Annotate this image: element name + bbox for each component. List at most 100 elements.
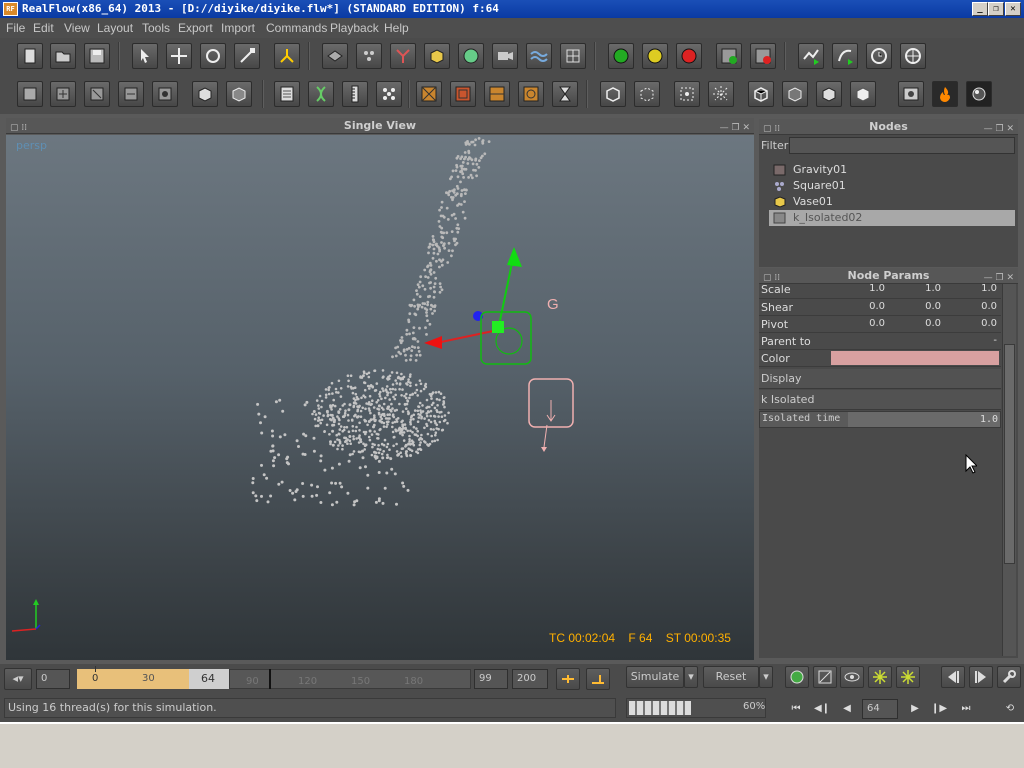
panel-window-controls[interactable]: — ❐ ✕: [984, 121, 1014, 137]
menu-export[interactable]: Export: [178, 21, 213, 35]
export-green-icon[interactable]: [716, 43, 742, 69]
grid-domain-icon[interactable]: [560, 43, 586, 69]
daemons-icon[interactable]: [390, 43, 416, 69]
hourglass-icon[interactable]: [552, 81, 578, 107]
key-in-icon[interactable]: [556, 668, 580, 690]
close-button[interactable]: ✕: [1005, 2, 1021, 16]
simulate-button[interactable]: Simulate: [626, 666, 684, 688]
emitters-icon[interactable]: [322, 43, 348, 69]
gravity-daemon-gizmo[interactable]: [528, 378, 574, 452]
param-row-isolated-time[interactable]: Isolated time 1.0: [759, 411, 1001, 428]
menu-tools[interactable]: Tools: [142, 21, 170, 35]
cube-icon-3[interactable]: [816, 81, 842, 107]
menu-commands[interactable]: Commands: [266, 21, 327, 35]
step-back-key-icon[interactable]: [941, 666, 965, 688]
panel-dock-icon[interactable]: ▢ ⁞⁞: [763, 121, 780, 137]
reset-button[interactable]: Reset: [703, 666, 759, 688]
eye-icon[interactable]: [840, 666, 864, 688]
menu-edit[interactable]: Edit: [33, 21, 54, 35]
param-row-shear[interactable]: Shear 0.0 0.0 0.0: [759, 299, 1001, 316]
sim-red-button[interactable]: [676, 43, 702, 69]
frame-field[interactable]: 64: [862, 699, 898, 719]
loop-icon[interactable]: ⟲: [999, 700, 1021, 718]
crate-icon-3[interactable]: [484, 81, 510, 107]
menu-file[interactable]: File: [6, 21, 25, 35]
menu-playback[interactable]: Playback: [330, 21, 379, 35]
play-forward-icon[interactable]: ▶: [904, 700, 926, 718]
param-value-z[interactable]: 1.0: [957, 283, 997, 294]
param-value-z[interactable]: 0.0: [957, 301, 997, 312]
crate-icon-1[interactable]: [416, 81, 442, 107]
menu-help[interactable]: Help: [384, 21, 409, 35]
step-back-icon[interactable]: ◀❙: [811, 700, 833, 718]
burst-icon[interactable]: [708, 81, 734, 107]
key-out-icon[interactable]: [586, 668, 610, 690]
layout-icon-5[interactable]: [152, 81, 178, 107]
fire-plugin-icon[interactable]: [932, 81, 958, 107]
layout-icon-2[interactable]: [50, 81, 76, 107]
splash-icon-1[interactable]: [868, 666, 892, 688]
param-value-x[interactable]: 0.0: [845, 301, 885, 312]
new-scene-icon[interactable]: [17, 43, 43, 69]
sim-green-button[interactable]: [608, 43, 634, 69]
timeline-max-field[interactable]: 200: [512, 669, 548, 689]
params-scrollbar[interactable]: [1002, 284, 1016, 656]
transform-gizmo[interactable]: [424, 247, 532, 365]
crate-icon-4[interactable]: [518, 81, 544, 107]
node-item-square01[interactable]: Square01: [769, 178, 1015, 194]
play-backward-icon[interactable]: ◀: [836, 700, 858, 718]
isolated-time-value[interactable]: 1.0: [848, 412, 1000, 427]
open-scene-icon[interactable]: [50, 43, 76, 69]
rotate-tool-icon[interactable]: [200, 43, 226, 69]
soft-body-icon[interactable]: [634, 81, 660, 107]
waves-icon[interactable]: [526, 43, 552, 69]
sim-yellow-button[interactable]: [642, 43, 668, 69]
scrollbar-thumb[interactable]: [1004, 344, 1015, 564]
menu-import[interactable]: Import: [221, 21, 255, 35]
param-row-color[interactable]: Color: [759, 350, 1001, 367]
layout-icon-4[interactable]: [118, 81, 144, 107]
crate-icon-2[interactable]: [450, 81, 476, 107]
graph-play-icon[interactable]: [798, 43, 824, 69]
preview-icon[interactable]: [813, 666, 837, 688]
panel-dock-icon[interactable]: ▢ ⁞⁞: [10, 120, 27, 136]
layout-icon-3[interactable]: [84, 81, 110, 107]
timeline-end-field[interactable]: 99: [474, 669, 508, 689]
param-value-z[interactable]: 0.0: [957, 318, 997, 329]
layout-icon-1[interactable]: [17, 81, 43, 107]
render-globe-icon[interactable]: [785, 666, 809, 688]
save-scene-icon[interactable]: [84, 43, 110, 69]
menu-layout[interactable]: Layout: [97, 21, 133, 35]
select-tool-icon[interactable]: [132, 43, 158, 69]
scale-tool-icon[interactable]: [234, 43, 260, 69]
globe-play-icon[interactable]: [900, 43, 926, 69]
timeline-menu-button[interactable]: ◂▾: [4, 668, 32, 690]
simulate-dropdown-icon[interactable]: ▾: [684, 666, 698, 688]
param-row-parent-to[interactable]: Parent to -: [759, 333, 1001, 350]
clock-play-icon[interactable]: [866, 43, 892, 69]
menu-view[interactable]: View: [64, 21, 90, 35]
node-item-vase01[interactable]: Vase01: [769, 194, 1015, 210]
joint-icon[interactable]: [674, 81, 700, 107]
move-tool-icon[interactable]: [166, 43, 192, 69]
minimize-button[interactable]: _: [972, 2, 988, 16]
3d-viewport[interactable]: persp G TC 00:02:04 F 64 ST 00:00:35: [6, 135, 754, 660]
meshes-icon[interactable]: [458, 43, 484, 69]
param-value-y[interactable]: 0.0: [901, 301, 941, 312]
render-plugin-icon[interactable]: [966, 81, 992, 107]
box-object-icon[interactable]: [192, 81, 218, 107]
cube-icon-2[interactable]: [782, 81, 808, 107]
filter-input[interactable]: [789, 137, 1015, 154]
objects-icon[interactable]: [424, 43, 450, 69]
node-item-k-isolated02[interactable]: k_Isolated02: [769, 210, 1015, 226]
color-swatch[interactable]: [831, 351, 999, 365]
param-value-y[interactable]: 1.0: [901, 283, 941, 294]
axis-tool-icon[interactable]: [274, 43, 300, 69]
param-value-x[interactable]: 0.0: [845, 318, 885, 329]
k-isolated-section[interactable]: k Isolated: [759, 390, 1001, 410]
wrench-icon[interactable]: [997, 666, 1021, 688]
param-value-x[interactable]: 1.0: [845, 283, 885, 294]
cube-icon-1[interactable]: [748, 81, 774, 107]
timeline-track[interactable]: [229, 669, 471, 689]
display-section[interactable]: Display: [759, 369, 1001, 389]
